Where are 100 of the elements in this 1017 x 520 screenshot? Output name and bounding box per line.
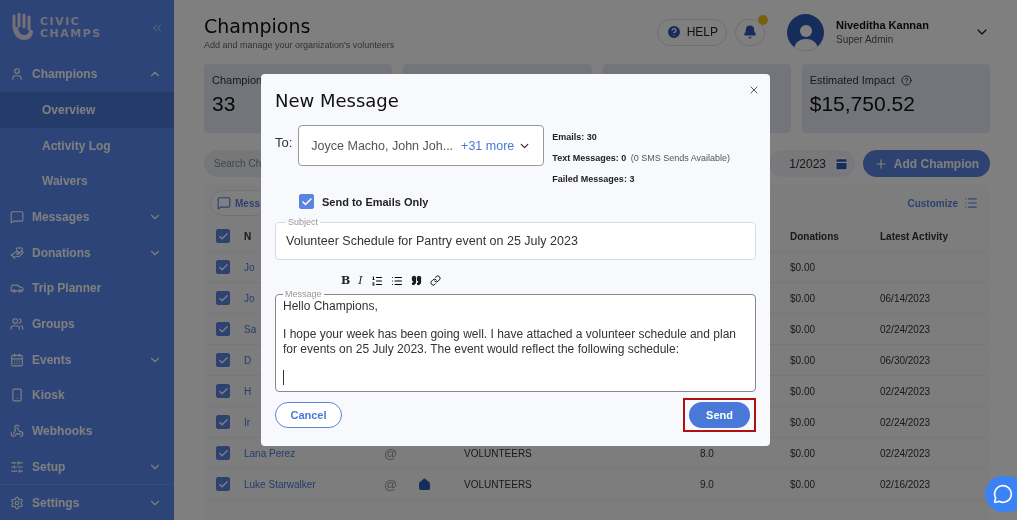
- card-value: 33: [212, 92, 236, 116]
- sidebar-item[interactable]: Groups: [0, 306, 174, 342]
- column-header: N: [244, 230, 252, 242]
- table-cell: 02/24/2023: [880, 447, 931, 459]
- help-button[interactable]: HELP: [656, 18, 727, 46]
- webhook-icon: [10, 423, 24, 438]
- logo-text: CIVIC: [40, 16, 82, 29]
- subject-field[interactable]: Subject Volunteer Schedule for Pantry event on 25 July 2023: [275, 217, 756, 260]
- notifications-button[interactable]: [735, 18, 765, 46]
- user-name: Niveditha Kannan: [836, 19, 930, 31]
- table-cell: VOLUNTEERS: [464, 447, 532, 459]
- name-link[interactable]: Jo: [244, 292, 255, 304]
- bold-button[interactable]: B: [341, 274, 351, 287]
- add-champion-button[interactable]: Add Champion: [863, 150, 990, 177]
- sidebar-item[interactable]: Kiosk: [0, 377, 174, 414]
- hand-heart-icon: [10, 245, 24, 260]
- stat-text: Text Messages: 0: [552, 153, 627, 163]
- message-field[interactable]: Message Hello Champions, I hope your week has been going well. I have attached a volunteer schedule and plan for events on 25 July 2023. The event would reflect the following schedule:: [275, 289, 756, 392]
- page-title: Champions: [204, 14, 312, 37]
- sidebar-item[interactable]: Setup: [0, 448, 174, 485]
- help-icon: [900, 74, 912, 86]
- customize-button[interactable]: Customize: [901, 195, 984, 211]
- table-cell: 8.0: [700, 447, 714, 459]
- name-link[interactable]: Lana Perez: [244, 447, 296, 459]
- checkbox[interactable]: [216, 384, 230, 398]
- table-cell: $0.00: [790, 261, 816, 273]
- quote-icon[interactable]: [410, 275, 422, 286]
- table-cell: 02/16/2023: [880, 478, 931, 490]
- name-link[interactable]: Luke Starwalker: [244, 478, 316, 490]
- checkbox[interactable]: [216, 446, 230, 460]
- settings-icon: [10, 495, 24, 510]
- checkbox[interactable]: [216, 353, 230, 367]
- table-cell: $0.00: [790, 416, 816, 428]
- sidebar-item[interactable]: Events: [0, 341, 174, 378]
- chat-icon: [993, 484, 1013, 504]
- table-cell: @: [384, 476, 398, 492]
- card-label: Champion: [212, 74, 263, 86]
- card-label: Estimated Impact: [809, 74, 895, 86]
- chat-icon: [217, 196, 231, 210]
- sidebar-subitem[interactable]: Activity Log: [0, 127, 174, 164]
- name-link[interactable]: D: [244, 354, 252, 366]
- plus-icon: [873, 156, 888, 171]
- table-cell: $0.00: [790, 385, 816, 397]
- stat-text: Emails: 30: [552, 132, 597, 142]
- chat-icon: [10, 210, 24, 224]
- table-cell: @: [384, 445, 398, 461]
- help-icon: [665, 24, 682, 40]
- sidebar-subitem[interactable]: Waivers: [0, 163, 174, 200]
- list-icon: [964, 196, 978, 210]
- checkbox[interactable]: [216, 291, 230, 305]
- table-cell: $0.00: [790, 323, 816, 335]
- italic-button[interactable]: I: [358, 274, 363, 287]
- sidebar-item[interactable]: Donations: [0, 234, 174, 271]
- link-icon[interactable]: [429, 275, 441, 286]
- table-cell: $0.00: [790, 447, 816, 459]
- table-cell: 02/24/2023: [880, 385, 931, 397]
- numbered-list-icon[interactable]: [370, 274, 383, 287]
- name-link[interactable]: H: [244, 385, 252, 397]
- send-button[interactable]: Send: [689, 402, 750, 428]
- table-cell: 02/24/2023: [880, 323, 931, 335]
- checkbox[interactable]: [216, 229, 230, 243]
- card-value: $15,750.52: [809, 92, 915, 116]
- calendar-icon: [834, 156, 849, 171]
- checkbox[interactable]: [216, 322, 230, 336]
- table-cell: 9.0: [700, 478, 714, 490]
- sidebar-item[interactable]: Webhooks: [0, 413, 174, 449]
- checkbox[interactable]: [216, 260, 230, 274]
- table-cell: $0.00: [790, 478, 816, 490]
- name-link[interactable]: Sa: [244, 323, 257, 335]
- dialog-title: New Message: [275, 90, 400, 111]
- recipients-select[interactable]: Joyce Macho, John Joh... +31 more: [298, 125, 545, 166]
- name-link[interactable]: Ir: [244, 416, 251, 428]
- bell-icon: [743, 25, 757, 39]
- phone-icon: [10, 388, 24, 403]
- table-cell: $0.00: [790, 292, 816, 304]
- bullet-list-icon[interactable]: [390, 274, 403, 287]
- cancel-button[interactable]: Cancel: [275, 402, 342, 428]
- checkbox[interactable]: [216, 477, 230, 491]
- table-cell: $0.00: [790, 354, 816, 366]
- sidebar-subitem[interactable]: Overview: [0, 92, 174, 128]
- to-label: To:: [275, 135, 293, 150]
- sliders-icon: [10, 459, 24, 474]
- date-field[interactable]: 1/2023: [769, 150, 855, 177]
- name-link[interactable]: Jo: [244, 261, 255, 273]
- checkbox[interactable]: [299, 194, 314, 209]
- person-icon: [10, 67, 24, 82]
- sidebar-item[interactable]: Champions: [0, 56, 174, 93]
- people-icon: [10, 316, 24, 331]
- page-subtitle: Add and manage your organization's volunteers: [204, 39, 395, 50]
- stat-text: Failed Messages: 3: [552, 174, 635, 184]
- table-cell: VOLUNTEERS: [464, 478, 532, 490]
- stat-note: (0 SMS Sends Available): [630, 153, 731, 163]
- table-cell: 06/30/2023: [880, 354, 931, 366]
- sidebar-item[interactable]: Trip Planner: [0, 270, 174, 307]
- table-cell: 06/14/2023: [880, 292, 931, 304]
- column-header: Donations: [790, 230, 839, 242]
- sidebar-item[interactable]: Messages: [0, 199, 174, 235]
- avatar-icon: [787, 13, 824, 51]
- checkbox[interactable]: [216, 415, 230, 429]
- close-icon: [748, 84, 760, 96]
